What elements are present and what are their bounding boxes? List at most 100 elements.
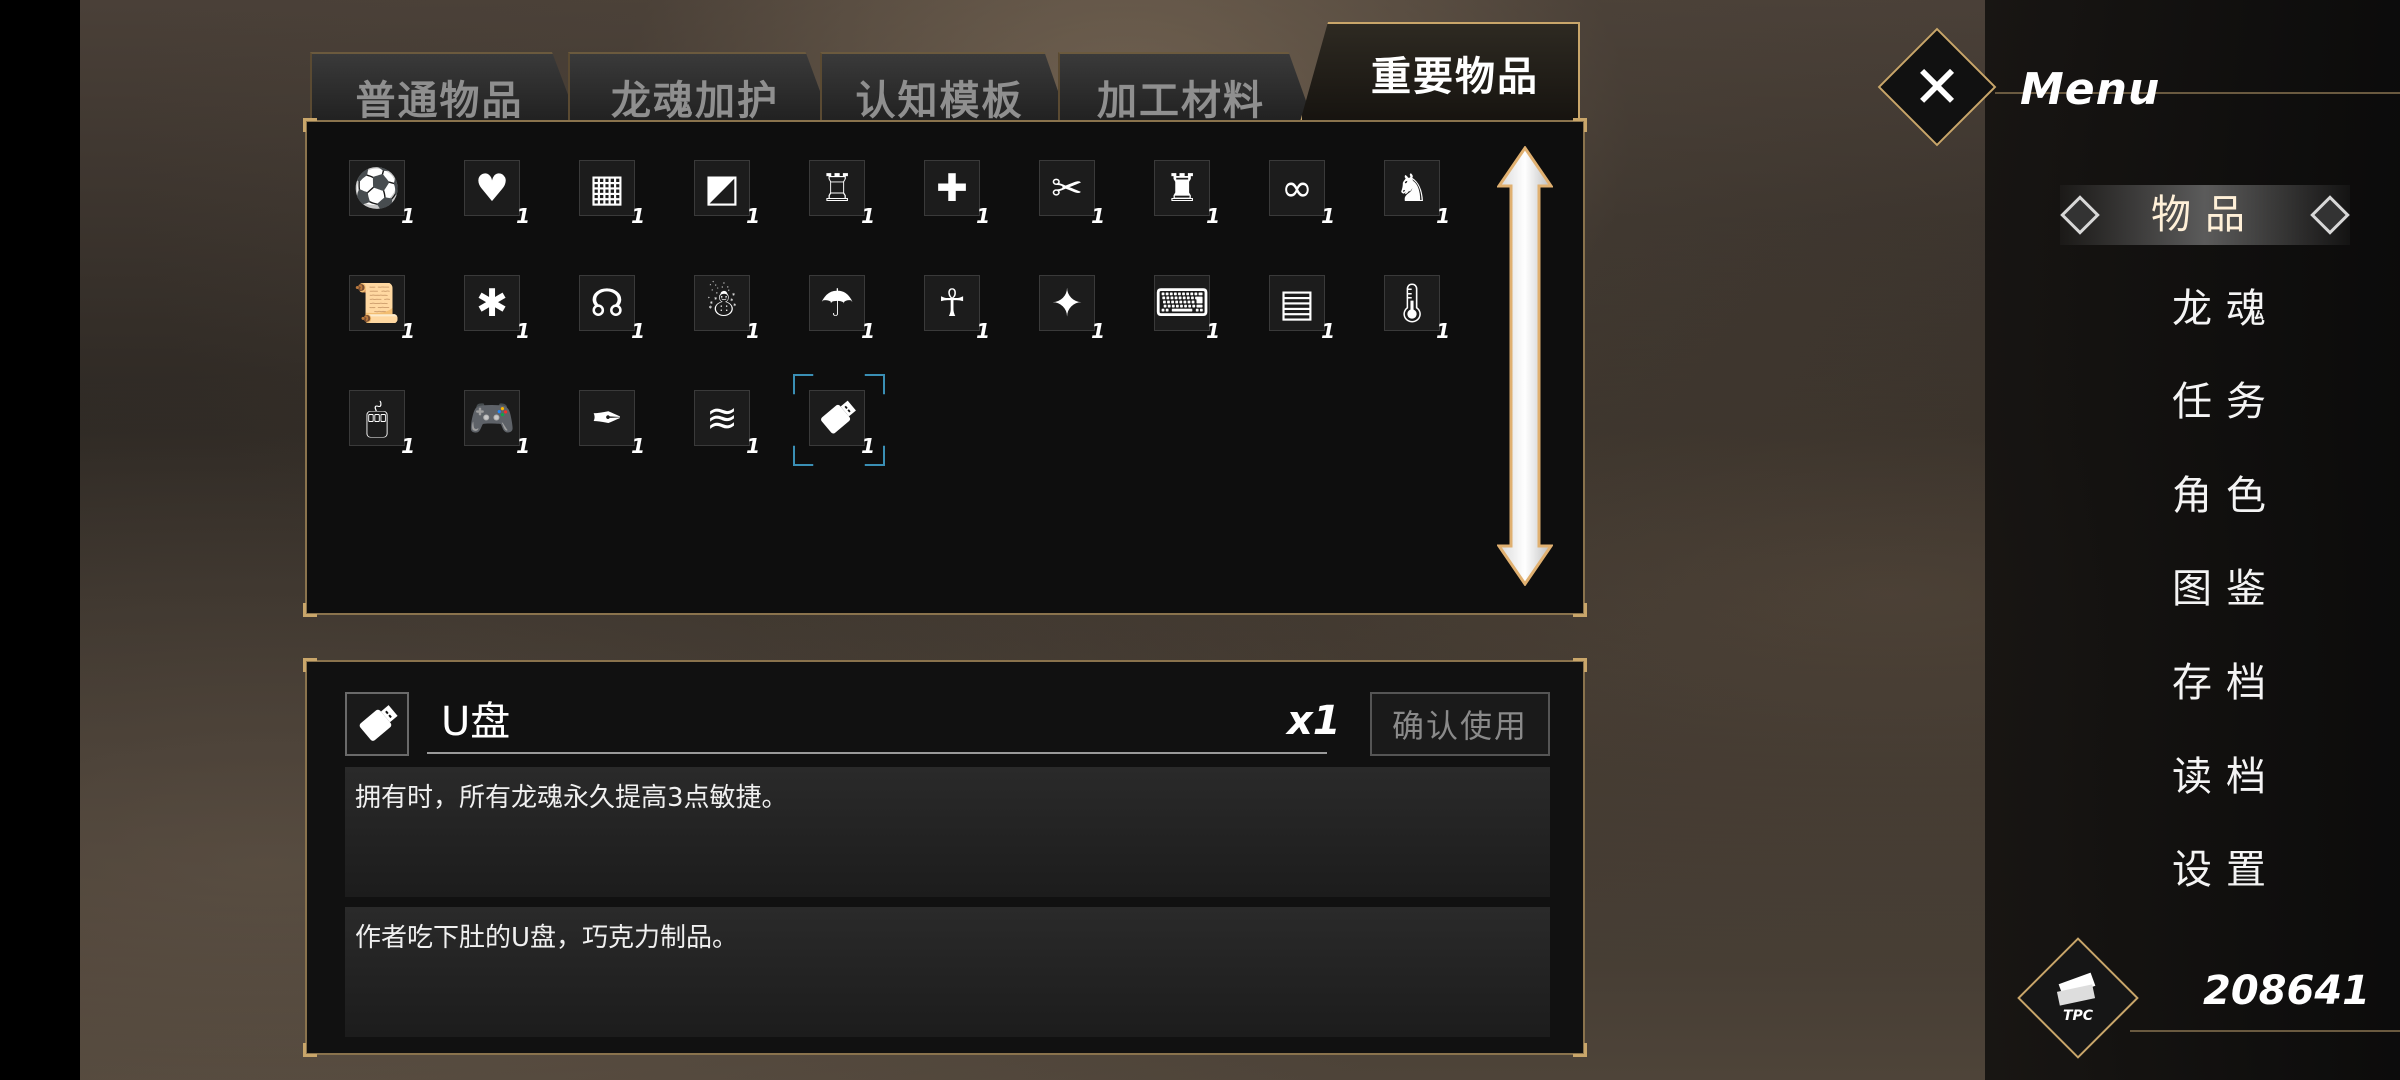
keyboard-icon: ⌨ (1154, 275, 1210, 331)
inventory-slot[interactable]: ◩ 1 (694, 160, 760, 228)
close-icon[interactable]: ✕ (1900, 45, 1974, 129)
soccer-ball-icon: ⚽ (349, 160, 405, 216)
menu-item-quests[interactable]: 任务 (2060, 372, 2400, 432)
inventory-slot[interactable]: 🎮 1 (464, 390, 530, 458)
item-name: U盘 (427, 694, 1327, 754)
letterbox (0, 0, 80, 1080)
item-flavor-text: 作者吃下肚的U盘，巧克力制品。 (345, 907, 1550, 1037)
gamepad-icon: 🎮 (464, 390, 520, 446)
inventory-slot[interactable]: ✦ 1 (1039, 275, 1105, 343)
item-count: 1 (1321, 204, 1335, 228)
inventory-slot[interactable]: ⌨ 1 (1154, 275, 1220, 343)
menu-item-load[interactable]: 读档 (2060, 747, 2400, 807)
item-count: 1 (746, 204, 760, 228)
diamond-ornament-icon (2060, 195, 2100, 235)
scroll-icon: 📜 (349, 275, 405, 331)
unicorn-icon: ♞ (1384, 160, 1440, 216)
item-count: 1 (861, 204, 875, 228)
tab-label: 重要物品 (1371, 54, 1539, 100)
inventory-slot[interactable]: 1 (809, 390, 875, 458)
menu-item-codex[interactable]: 图鉴 (2060, 559, 2400, 619)
inventory-slot[interactable]: ♞ 1 (1384, 160, 1450, 228)
diamond-ornament-icon (2310, 195, 2350, 235)
item-grid: ⚽ 1 ♥ 1 ▦ 1 ◩ 1 ♖ 1 ✚ 1 ✂ 1 ♜ 1 ∞ 1 ♞ 1 📜 1 ✱ 1 ☊ 1 ☃ 1 ☂ 1 ☥ 1 ✦ 1 ⌨ 1 ▤ 1 🌡 1… (349, 160, 1499, 580)
inventory-slot[interactable]: ♖ 1 (809, 160, 875, 228)
chopsticks-icon: ✂ (1039, 160, 1095, 216)
item-count: 1 (976, 319, 990, 343)
scrollbar[interactable] (1496, 145, 1554, 587)
inventory-panel: ⚽ 1 ♥ 1 ▦ 1 ◩ 1 ♖ 1 ✚ 1 ✂ 1 ♜ 1 ∞ 1 ♞ 1 📜 1 ✱ 1 ☊ 1 ☃ 1 ☂ 1 ☥ 1 ✦ 1 ⌨ 1 ▤ 1 🌡 1… (303, 118, 1587, 617)
tab-key-items[interactable]: 重要物品 (1300, 22, 1580, 122)
inventory-slot[interactable]: ☊ 1 (579, 275, 645, 343)
tab-label: 龙魂加护 (611, 78, 779, 124)
menu-item-label: 物品 (2151, 192, 2259, 238)
inventory-slot[interactable]: ☃ 1 (694, 275, 760, 343)
inventory-slot[interactable]: 🖱 1 (349, 390, 415, 458)
egyptian-figure-icon: ☥ (924, 275, 980, 331)
inventory-slot[interactable]: ♜ 1 (1154, 160, 1220, 228)
item-count: 1 (1206, 204, 1220, 228)
item-count: 1 (1091, 204, 1105, 228)
tab-label: 普通物品 (355, 78, 524, 124)
bandage-icon: ✚ (924, 160, 980, 216)
inventory-slot[interactable]: ☥ 1 (924, 275, 990, 343)
item-count: 1 (1206, 319, 1220, 343)
item-count: 1 (1436, 319, 1450, 343)
inventory-slot[interactable]: ▤ 1 (1269, 275, 1335, 343)
corner-ornament (1573, 118, 1587, 132)
pipe-organ-icon: ♖ (809, 160, 865, 216)
corner-ornament (303, 603, 317, 617)
item-count: 1 (976, 204, 990, 228)
inventory-slot[interactable]: ♥ 1 (464, 160, 530, 228)
item-count: 1 (861, 319, 875, 343)
item-count: 1 (1436, 204, 1450, 228)
item-detail-panel: U盘 x1 确认使用 拥有时，所有龙魂永久提高3点敏捷。 作者吃下肚的U盘，巧克… (303, 658, 1587, 1057)
inventory-slot[interactable]: ≋ 1 (694, 390, 760, 458)
corner-ornament (303, 1043, 317, 1057)
item-quantity: x1 (1287, 698, 1341, 744)
item-effect-text: 拥有时，所有龙魂永久提高3点敏捷。 (345, 767, 1550, 897)
inventory-slot[interactable]: 🌡 1 (1384, 275, 1450, 343)
inventory-slot[interactable]: ☂ 1 (809, 275, 875, 343)
stethoscope-icon: ☊ (579, 275, 635, 331)
magic-book-icon: ✦ (1039, 275, 1095, 331)
tag-icon: ◩ (694, 160, 750, 216)
usb-drive-icon (345, 692, 409, 756)
menu-item-settings[interactable]: 设置 (2060, 840, 2400, 900)
item-count: 1 (516, 319, 530, 343)
confirm-use-button[interactable]: 确认使用 (1370, 692, 1550, 756)
inventory-slot[interactable]: ✱ 1 (464, 275, 530, 343)
item-count: 1 (631, 434, 645, 458)
menu-item-dragon-soul[interactable]: 龙魂 (2060, 279, 2400, 339)
item-count: 1 (401, 319, 415, 343)
corner-ornament (303, 658, 317, 672)
item-count: 1 (1091, 319, 1105, 343)
menu-title: Menu (2020, 64, 2161, 115)
inventory-slot[interactable]: ▦ 1 (579, 160, 645, 228)
item-count: 1 (401, 434, 415, 458)
item-count: 1 (631, 319, 645, 343)
menu-item-characters[interactable]: 角色 (2060, 466, 2400, 526)
inventory-slot[interactable]: 📜 1 (349, 275, 415, 343)
inventory-slot[interactable]: ✂ 1 (1039, 160, 1105, 228)
inventory-slot[interactable]: ✚ 1 (924, 160, 990, 228)
glasses-icon: ∞ (1269, 160, 1325, 216)
microchip-icon: ▦ (579, 160, 635, 216)
heart-emblem-icon: ♥ (464, 160, 520, 216)
money-stack-icon: TPC (2040, 960, 2116, 1036)
inventory-slot[interactable]: ⚽ 1 (349, 160, 415, 228)
item-count: 1 (746, 434, 760, 458)
thermometer-icon: 🌡 (1384, 275, 1440, 331)
svg-text:TPC: TPC (2063, 1008, 2094, 1024)
tab-label: 加工材料 (1097, 78, 1265, 124)
inventory-slot[interactable]: ∞ 1 (1269, 160, 1335, 228)
category-tabs: 普通物品 龙魂加护 认知模板 加工材料 重要物品 (310, 20, 1585, 140)
menu-item-items[interactable]: 物品 (2060, 185, 2350, 245)
snowman-icon: ☃ (694, 275, 750, 331)
inventory-slot[interactable]: ✒ 1 (579, 390, 645, 458)
item-count: 1 (516, 204, 530, 228)
menu-item-save[interactable]: 存档 (2060, 653, 2400, 713)
corner-ornament (1573, 1043, 1587, 1057)
jellyfish-icon: ☂ (809, 275, 865, 331)
tab-label: 认知模板 (855, 78, 1024, 124)
